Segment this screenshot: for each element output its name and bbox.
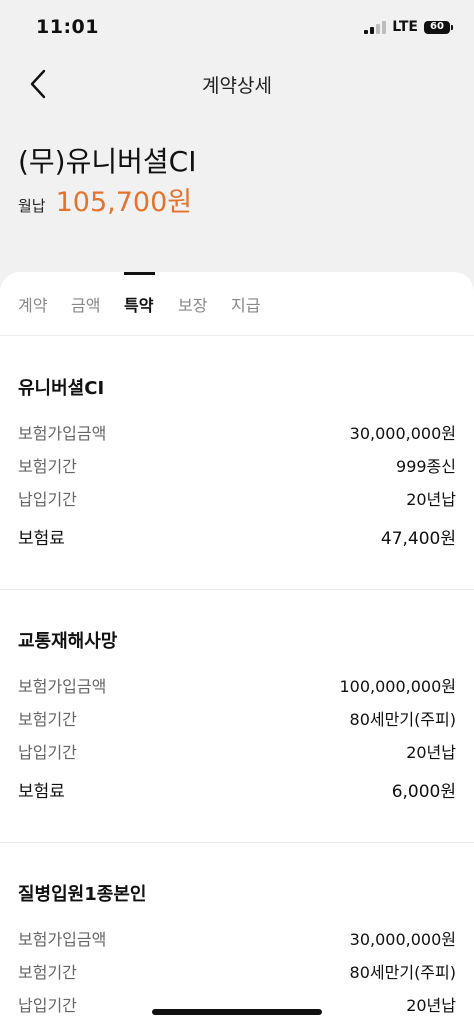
- row-value: 80세만기(주피): [349, 963, 456, 982]
- rider-title: 질병입원1종본인: [18, 884, 147, 905]
- rider-row: 납입기간 20년납: [18, 486, 456, 510]
- status-time: 11:01: [36, 16, 99, 38]
- home-indicator[interactable]: [152, 1009, 322, 1015]
- premium-label: 월납: [18, 197, 46, 215]
- row-label: 납입기간: [18, 490, 77, 509]
- row-label: 보험가입금액: [18, 424, 107, 443]
- signal-icon: [364, 20, 387, 34]
- tab-amount[interactable]: 금액: [71, 292, 100, 316]
- premium-value: 105,700원: [55, 187, 193, 218]
- rider-row: 보험가입금액 30,000,000원: [18, 926, 456, 950]
- rider-row: 보험기간 80세만기(주피): [18, 706, 456, 730]
- rider-title: 유니버셜CI: [18, 378, 105, 399]
- row-value: 80세만기(주피): [349, 710, 456, 729]
- active-tab-indicator: [124, 272, 155, 275]
- row-value: 30,000,000원: [349, 930, 456, 949]
- tab-payment[interactable]: 지급: [231, 292, 260, 316]
- row-value: 100,000,000원: [339, 677, 456, 696]
- monthly-premium: 월납 105,700원: [18, 180, 192, 219]
- rider-title: 교통재해사망: [18, 631, 118, 652]
- product-name: (무)유니버셜CI: [18, 145, 197, 178]
- nav-bar: 계약상세: [0, 58, 474, 108]
- tab-contract[interactable]: 계약: [18, 292, 47, 316]
- rider-premium-row: 보험료 6,000원: [18, 777, 456, 802]
- row-label: 보험기간: [18, 963, 77, 982]
- row-label: 보험기간: [18, 457, 77, 476]
- row-value: 6,000원: [391, 782, 456, 802]
- tab-rider[interactable]: 특약: [124, 292, 153, 316]
- network-type: LTE: [392, 19, 418, 35]
- section-divider: [0, 589, 474, 590]
- row-value: 20년납: [406, 996, 456, 1015]
- rider-row: 납입기간 20년납: [18, 739, 456, 763]
- row-label: 납입기간: [18, 996, 77, 1015]
- row-label: 납입기간: [18, 743, 77, 762]
- row-value: 20년납: [406, 743, 456, 762]
- row-value: 20년납: [406, 490, 456, 509]
- row-label: 보험가입금액: [18, 677, 107, 696]
- row-label: 보험가입금액: [18, 930, 107, 949]
- rider-row: 보험기간 80세만기(주피): [18, 959, 456, 983]
- rider-premium-row: 보험료 47,400원: [18, 524, 456, 549]
- page-title: 계약상세: [202, 75, 272, 97]
- row-value: 999종신: [396, 457, 456, 476]
- row-label: 보험료: [18, 529, 65, 549]
- row-label: 보험기간: [18, 710, 77, 729]
- content-card: 계약 금액 특약 보장 지급 유니버셜CI 보험가입금액 30,000,000원…: [0, 272, 474, 1032]
- row-value: 47,400원: [380, 529, 456, 549]
- section-divider: [0, 842, 474, 843]
- battery-icon: 60: [424, 20, 453, 34]
- row-label: 보험료: [18, 782, 65, 802]
- status-bar: 11:01 LTE 60: [0, 0, 474, 56]
- battery-level: 60: [430, 21, 444, 32]
- tab-coverage[interactable]: 보장: [178, 292, 207, 316]
- row-value: 30,000,000원: [349, 424, 456, 443]
- rider-row: 보험가입금액 100,000,000원: [18, 673, 456, 697]
- rider-row: 보험기간 999종신: [18, 453, 456, 477]
- tab-bar: 계약 금액 특약 보장 지급: [0, 272, 474, 336]
- status-indicators: LTE 60: [364, 19, 453, 35]
- rider-row: 보험가입금액 30,000,000원: [18, 420, 456, 444]
